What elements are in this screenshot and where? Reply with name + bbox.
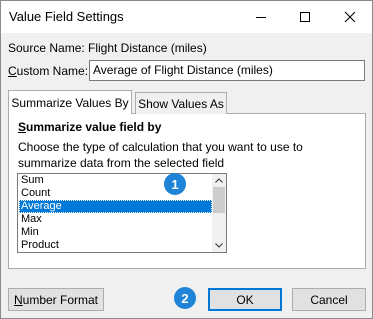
scroll-up-button[interactable]: [212, 174, 226, 187]
minimize-icon: [256, 17, 266, 18]
source-name-label: Source Name:: [8, 41, 85, 55]
list-item-max[interactable]: Max: [19, 213, 212, 226]
ok-button[interactable]: OK: [208, 288, 282, 311]
number-format-button[interactable]: Number Format: [8, 288, 104, 311]
custom-name-label-rest: ustom Name:: [16, 64, 89, 78]
section-description: Choose the type of calculation that you …: [18, 140, 303, 170]
tab-summarize-values-by[interactable]: Summarize Values By: [8, 90, 132, 114]
scroll-thumb[interactable]: [213, 187, 225, 213]
list-item-min[interactable]: Min: [19, 226, 212, 239]
close-icon: [344, 11, 356, 23]
number-format-label: umber Format: [22, 292, 99, 307]
tab-show-values-as[interactable]: Show Values As: [135, 92, 227, 114]
section-heading: Summarize value field by: [18, 120, 161, 134]
title-bar: Value Field Settings: [1, 1, 372, 33]
scroll-up-icon: [215, 178, 223, 183]
maximize-icon: [300, 12, 310, 22]
section-heading-rest: ummarize value field by: [26, 120, 162, 134]
summarize-tab-panel: Summarize value field by Choose the type…: [8, 113, 366, 269]
minimize-button[interactable]: [240, 1, 282, 33]
step-badge-1: 1: [164, 173, 186, 195]
number-format-mnemonic: N: [13, 292, 23, 307]
cancel-button[interactable]: Cancel: [292, 288, 366, 311]
close-button[interactable]: [329, 1, 371, 33]
list-scrollbar[interactable]: [212, 174, 226, 252]
maximize-button[interactable]: [284, 1, 326, 33]
custom-name-input[interactable]: Average of Flight Distance (miles): [89, 60, 365, 81]
custom-name-mnemonic: C: [8, 64, 17, 78]
step-badge-2: 2: [174, 287, 196, 309]
section-heading-mnemonic: S: [18, 120, 27, 134]
scroll-down-button[interactable]: [212, 239, 226, 252]
calculation-listbox[interactable]: Sum Count Average Max Min Product: [17, 173, 227, 253]
custom-name-label: Custom Name:: [8, 64, 88, 78]
list-item-average[interactable]: Average: [19, 200, 212, 213]
value-field-settings-dialog: Value Field Settings Source Name: Flight…: [0, 0, 373, 319]
scroll-down-icon: [215, 243, 223, 248]
source-name-value: Flight Distance (miles): [88, 41, 207, 55]
list-item-product[interactable]: Product: [19, 239, 212, 252]
window-title: Value Field Settings: [9, 9, 124, 24]
